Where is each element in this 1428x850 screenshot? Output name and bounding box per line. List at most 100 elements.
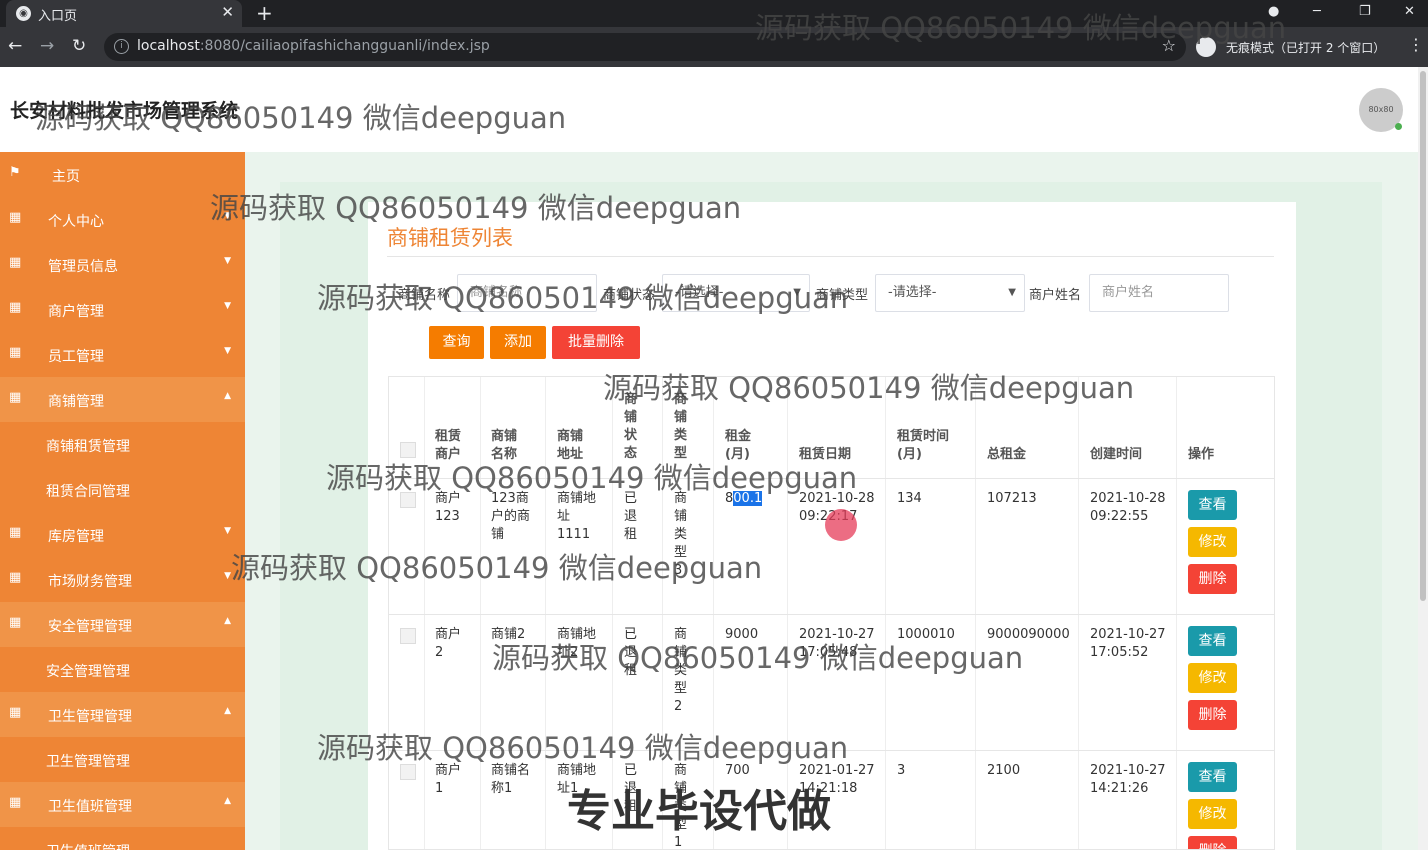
mouse-cursor-highlight (825, 509, 857, 541)
cell-created: 2021-10-27 14:21:26 (1090, 763, 1166, 796)
shop-type-value: -请选择- (888, 285, 937, 300)
view-button[interactable]: 查看 (1188, 626, 1237, 656)
watermark-text: 源码获取 QQ86050149 微信deepguan (210, 191, 742, 225)
sidebar-subitem-contract[interactable]: 租赁合同管理 (0, 467, 245, 512)
chevron-down-icon: ▼ (224, 526, 231, 536)
tab-title: 入口页 (38, 9, 78, 24)
close-icon[interactable]: ✕ (221, 3, 234, 21)
watermark-banner: 专业毕设代做 (567, 786, 831, 837)
chevron-down-icon: ▼ (224, 256, 231, 266)
cell-shop-name: 商铺名称1 (491, 763, 531, 796)
window-close-icon[interactable]: ✕ (1404, 4, 1415, 19)
delete-button[interactable]: 删除 (1188, 836, 1237, 849)
sidebar-item-shops[interactable]: ▦ 商铺管理 ▲ (0, 377, 245, 422)
watermark-text: 源码获取 QQ86050149 微信deepguan (231, 551, 763, 585)
maximize-icon[interactable]: ❐ (1359, 4, 1371, 19)
page-scrollbar[interactable] (1418, 67, 1428, 850)
cell-lease-months: 134 (897, 491, 922, 506)
delete-button[interactable]: 删除 (1188, 700, 1237, 730)
watermark-text: 源码获取 QQ86050149 微信deepguan (35, 101, 567, 135)
shop-type-select[interactable]: -请选择- ▼ (875, 274, 1025, 312)
sidebar-item-warehouse[interactable]: ▦ 库房管理 ▼ (0, 512, 245, 557)
grid-icon: ▦ (9, 345, 22, 360)
grid-icon: ▦ (9, 390, 22, 405)
url-path: :8080/cailiaopifashichangguanli/index.js… (199, 38, 490, 54)
add-button[interactable]: 添加 (490, 326, 546, 359)
merchant-name-input[interactable]: 商户姓名 (1089, 274, 1229, 312)
column-header[interactable]: 租赁时间(月) (897, 428, 957, 464)
sidebar-item-duty[interactable]: ▦ 卫生值班管理 ▲ (0, 782, 245, 827)
page-viewport: 长安材料批发市场管理系统 80x80 ⚑ 主页 ▦ 个人中心 ▼ ▦ 管理员信息… (0, 11, 1428, 850)
sidebar-subitem-hygiene[interactable]: 卫生管理管理 (0, 737, 245, 782)
column-header: 操作 (1188, 447, 1215, 462)
edit-button[interactable]: 修改 (1188, 527, 1237, 557)
grid-icon: ▦ (9, 570, 22, 585)
menu-kebab-icon[interactable]: ⋮ (1408, 35, 1424, 54)
sidebar-item-merchants[interactable]: ▦ 商户管理 ▼ (0, 287, 245, 332)
chevron-up-icon: ▲ (224, 796, 231, 806)
sidebar-item-label: 卫生值班管理 (46, 841, 130, 850)
url-host: localhost (137, 38, 200, 54)
sidebar-item-label: 库房管理 (48, 529, 104, 545)
scrollbar-thumb[interactable] (1420, 71, 1426, 601)
edit-button[interactable]: 修改 (1188, 799, 1237, 829)
browser-tab[interactable]: ◉ 入口页 ✕ (6, 0, 242, 27)
row-divider (389, 614, 1274, 615)
forward-arrow-icon[interactable]: → (40, 36, 54, 56)
sidebar-item-label: 卫生管理管理 (46, 754, 130, 770)
grid-icon: ▦ (9, 615, 22, 630)
grid-icon: ▦ (9, 255, 22, 270)
cell-merchant: 商户2 (435, 627, 462, 660)
back-arrow-icon[interactable]: ← (8, 36, 22, 56)
title-divider (387, 256, 1274, 257)
chevron-down-icon: ▼ (1008, 287, 1016, 298)
query-button[interactable]: 查询 (429, 326, 484, 359)
sidebar-item-admin[interactable]: ▦ 管理员信息 ▼ (0, 242, 245, 287)
sidebar-item-staff[interactable]: ▦ 员工管理 ▼ (0, 332, 245, 377)
sidebar-item-hygiene[interactable]: ▦ 卫生管理管理 ▲ (0, 692, 245, 737)
grid-icon: ▦ (9, 705, 22, 720)
sidebar-item-security[interactable]: ▦ 安全管理管理 ▲ (0, 602, 245, 647)
sidebar-subitem-security[interactable]: 安全管理管理 (0, 647, 245, 692)
batch-delete-button[interactable]: 批量删除 (552, 326, 640, 359)
sidebar-subitem-lease[interactable]: 商铺租赁管理 (0, 422, 245, 467)
cell-address: 商铺地址1111 (557, 491, 597, 542)
watermark-text: 源码获取 QQ86050149 微信deepguan (326, 461, 858, 495)
row-checkbox[interactable] (400, 628, 416, 644)
info-icon[interactable]: i (114, 39, 129, 54)
sidebar-item-profile[interactable]: ▦ 个人中心 ▼ (0, 197, 245, 242)
watermark-text: 源码获取 QQ86050149 微信deepguan (317, 731, 849, 765)
minimize-icon[interactable]: ─ (1313, 4, 1321, 19)
sidebar-item-finance[interactable]: ▦ 市场财务管理 ▼ (0, 557, 245, 602)
url-text[interactable]: localhost:8080/cailiaopifashichangguanli… (137, 38, 490, 54)
delete-button[interactable]: 删除 (1188, 564, 1237, 594)
sidebar-item-label: 个人中心 (48, 214, 104, 230)
chevron-up-icon: ▲ (224, 391, 231, 401)
cell-created: 2021-10-28 09:22:55 (1090, 491, 1166, 524)
watermark-text: 源码获取 QQ86050149 微信deepguan (317, 281, 849, 315)
column-header[interactable]: 总租金 (987, 446, 1067, 464)
cell-total-rent: 2100 (987, 763, 1021, 778)
sidebar-item-label: 员工管理 (48, 349, 104, 365)
online-status-dot (1395, 123, 1402, 130)
sidebar-item-home[interactable]: ⚑ 主页 (0, 152, 245, 197)
column-header[interactable]: 创建时间 (1090, 446, 1170, 464)
sidebar-item-label: 商户管理 (48, 304, 104, 320)
reload-icon[interactable]: ↻ (72, 36, 86, 56)
view-button[interactable]: 查看 (1188, 490, 1237, 520)
watermark-text: 源码获取 QQ86050149 微信deepguan (492, 641, 1024, 675)
flag-icon: ⚑ (9, 165, 21, 180)
lease-table: 租赁商户 商铺名称 商铺地址 商铺状态 商铺类型 租金(月) 租赁日期 租赁时间… (388, 376, 1275, 850)
chevron-down-icon: ▼ (224, 571, 231, 581)
sidebar-subitem-duty[interactable]: 卫生值班管理 (0, 827, 245, 850)
view-button[interactable]: 查看 (1188, 762, 1237, 792)
watermark-text: 源码获取 QQ86050149 微信deepguan (755, 11, 1287, 45)
new-tab-button[interactable]: + (256, 1, 273, 25)
cell-shop-name: 123商户的商铺 (491, 491, 531, 542)
grid-icon: ▦ (9, 210, 22, 225)
edit-button[interactable]: 修改 (1188, 663, 1237, 693)
cell-status: 已退租 (624, 491, 638, 542)
grid-icon: ▦ (9, 795, 22, 810)
chevron-down-icon: ▼ (224, 301, 231, 311)
merchant-name-label: 商户姓名 (1029, 288, 1082, 303)
